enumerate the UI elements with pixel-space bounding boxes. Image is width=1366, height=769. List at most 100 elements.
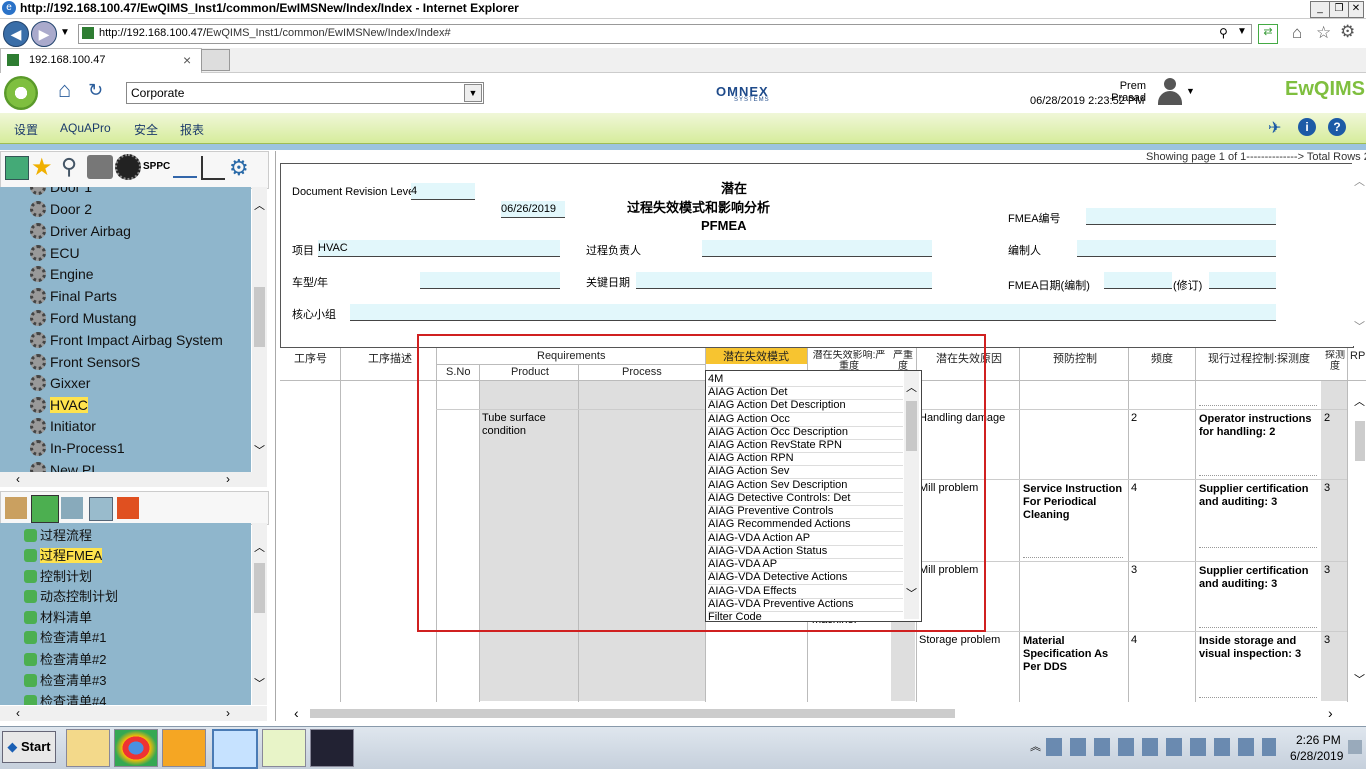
compatibility-icon[interactable]: ⇄ (1258, 24, 1278, 44)
core-team-field[interactable] (350, 304, 1276, 321)
project-field[interactable]: HVAC (318, 240, 560, 257)
person-doc-icon[interactable] (61, 497, 83, 519)
system-tray-icons[interactable] (1046, 738, 1276, 756)
scroll-up-icon[interactable]: ︿ (254, 197, 265, 213)
scroll-thumb[interactable] (254, 563, 265, 613)
scroll-right-icon[interactable]: › (226, 706, 230, 720)
flow-icon[interactable] (173, 158, 197, 178)
restore-icon[interactable]: ❐ (1329, 1, 1349, 18)
form-scrollbar[interactable]: ︿ ﹀ (1352, 163, 1366, 346)
tree2-item[interactable]: 检查清单#2 (24, 649, 106, 669)
tree2-item-selected[interactable]: 过程FMEA (24, 545, 103, 565)
favorites-star-icon[interactable]: ☆ (1316, 23, 1331, 43)
scroll-down-icon[interactable]: ﹀ (1354, 318, 1365, 334)
scroll-down-icon[interactable]: ﹀ (254, 675, 265, 691)
grid-horizontal-scrollbar[interactable]: ‹ › (280, 705, 1366, 721)
close-icon[interactable]: ✕ (1348, 1, 1364, 18)
tree-item[interactable]: Front Impact Airbag System (30, 332, 223, 353)
user-avatar-icon[interactable] (1156, 76, 1184, 106)
app-icon[interactable] (310, 729, 354, 767)
model-year-field[interactable] (420, 272, 560, 289)
home-icon[interactable]: ⌂ (58, 78, 82, 102)
address-dropdown-icon[interactable]: ▼ (1237, 26, 1247, 37)
scroll-left-icon[interactable]: ‹ (294, 705, 299, 721)
scroll-left-icon[interactable]: ‹ (16, 472, 20, 486)
tree-item[interactable]: Door 2 (30, 201, 92, 222)
tree-item[interactable]: In-Process1 (30, 440, 125, 461)
tree-horizontal-scrollbar[interactable]: ‹ › (0, 472, 267, 487)
tree-item[interactable]: Front SensorS (30, 354, 140, 375)
tree2-item[interactable]: 控制计划 (24, 566, 92, 586)
doc-revision-field[interactable]: 4 (411, 183, 475, 200)
scroll-right-icon[interactable]: › (226, 472, 230, 486)
fmea-no-field[interactable] (1086, 208, 1276, 225)
detection-ctrl-cell[interactable]: Inside storage and visual inspection: 3 (1199, 635, 1314, 661)
pin-icon[interactable]: ✈ (1268, 118, 1281, 138)
tree2-item[interactable]: 过程流程 (24, 525, 92, 545)
scroll-thumb[interactable] (254, 287, 265, 347)
file-explorer-icon[interactable] (66, 729, 110, 767)
chevron-down-icon[interactable]: ▼ (464, 84, 482, 102)
menu-aquapro[interactable]: AQuAPro (60, 121, 111, 135)
network-icon[interactable]: ⚙ (229, 155, 249, 181)
outlook-icon[interactable] (162, 729, 206, 767)
tray-chevron-icon[interactable]: ︽ (1030, 738, 1041, 754)
tree-item[interactable]: Driver Airbag (30, 223, 131, 244)
tree2-vertical-scrollbar[interactable]: ︿ ﹀ (252, 523, 267, 705)
prepared-by-field[interactable] (1077, 240, 1276, 257)
menu-reports[interactable]: 报表 (180, 121, 204, 138)
favorites-star-icon[interactable]: ★ (31, 153, 53, 182)
col-op-desc[interactable]: 工序描述 (368, 350, 412, 366)
gear-icon[interactable] (115, 154, 141, 180)
tree-item[interactable]: Gixxer (30, 375, 90, 396)
col-op-no[interactable]: 工序号 (294, 350, 327, 366)
show-desktop-icon[interactable] (1348, 740, 1362, 754)
occurrence-cell[interactable]: 4 (1131, 634, 1137, 647)
tab-close-icon[interactable]: × (183, 52, 191, 68)
menu-security[interactable]: 安全 (134, 121, 158, 138)
recycle-icon[interactable] (31, 495, 59, 523)
occurrence-cell[interactable]: 4 (1131, 482, 1137, 495)
tree2-item[interactable]: 检查清单#1 (24, 627, 106, 647)
tree2-item[interactable]: 动态控制计划 (24, 586, 118, 606)
minitab-icon[interactable] (262, 729, 306, 767)
grid-icon[interactable] (117, 497, 139, 519)
process-owner-field[interactable] (702, 240, 932, 257)
tree2-item[interactable]: 检查清单#3 (24, 670, 106, 690)
tree-item[interactable]: New PI (30, 462, 95, 472)
internet-explorer-icon[interactable] (212, 729, 258, 769)
user-menu-chevron-icon[interactable]: ▼ (1186, 86, 1195, 96)
detection-cell[interactable]: 3 (1324, 634, 1330, 647)
detection-ctrl-cell[interactable]: Supplier certification and auditing: 3 (1199, 483, 1314, 509)
scroll-thumb[interactable] (310, 709, 955, 718)
tree-item[interactable]: Engine (30, 266, 94, 287)
prevention-cell[interactable]: Service Instruction For Periodical Clean… (1023, 483, 1123, 522)
detection-cell[interactable]: 3 (1324, 564, 1330, 577)
forward-icon[interactable]: ▶ (31, 21, 57, 47)
minimize-icon[interactable]: _ (1310, 1, 1330, 18)
app-logo-icon[interactable] (4, 76, 38, 110)
date-field[interactable]: 06/26/2019 (501, 201, 565, 218)
occurrence-cell[interactable]: 3 (1131, 564, 1137, 577)
occurrence-cell[interactable]: 2 (1131, 412, 1137, 425)
search-icon[interactable]: ⚲ (61, 154, 77, 180)
chart-icon[interactable] (201, 156, 225, 180)
tree-item[interactable]: Door 1 (30, 187, 92, 200)
tree-item[interactable]: Final Parts (30, 288, 117, 309)
scroll-right-icon[interactable]: › (1328, 705, 1333, 721)
key-date-field[interactable] (636, 272, 932, 289)
col-detection[interactable]: 探测度 (1323, 350, 1347, 372)
detection-cell[interactable]: 2 (1324, 412, 1330, 425)
col-rpn[interactable]: RP (1350, 350, 1365, 362)
detection-ctrl-cell[interactable]: Operator instructions for handling: 2 (1199, 413, 1314, 439)
menu-settings[interactable]: 设置 (14, 121, 38, 138)
search-icon[interactable]: ⚲ (1219, 26, 1228, 40)
detection-ctrl-cell[interactable]: Supplier certification and auditing: 3 (1199, 565, 1314, 591)
back-icon[interactable]: ◀ (3, 21, 29, 47)
home-icon[interactable]: ⌂ (1292, 23, 1302, 43)
col-occurrence[interactable]: 频度 (1151, 350, 1173, 366)
tree-item[interactable]: ECU (30, 245, 80, 266)
tree2-item[interactable]: 检查清单#4 (24, 691, 106, 705)
tree-item-selected[interactable]: HVAC (30, 397, 88, 418)
col-prevention[interactable]: 预防控制 (1053, 350, 1097, 366)
